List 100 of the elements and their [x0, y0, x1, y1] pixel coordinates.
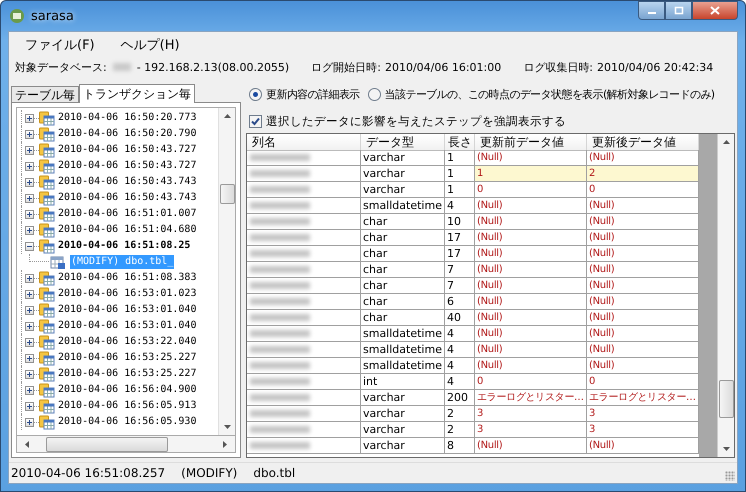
- tree-item[interactable]: 2010-04-06 16:53:01.040: [57, 303, 198, 317]
- folder-table-icon: [39, 318, 55, 334]
- tree-item[interactable]: 2010-04-06 16:50:43.743: [57, 191, 198, 205]
- expand-icon[interactable]: [25, 162, 34, 170]
- expand-icon[interactable]: [25, 226, 34, 234]
- expand-icon[interactable]: [25, 210, 34, 218]
- expand-icon[interactable]: [25, 130, 34, 138]
- tree-item[interactable]: 2010-04-06 16:53:01.040: [57, 319, 198, 333]
- down-arrow-icon[interactable]: [224, 425, 230, 429]
- folder-table-icon: [39, 398, 55, 414]
- expand-icon[interactable]: [25, 114, 34, 122]
- table-cell: varchar: [361, 438, 445, 454]
- column-header[interactable]: 更新後データ値: [587, 134, 699, 151]
- table-cell: 17: [445, 230, 475, 246]
- tree-item[interactable]: 2010-04-06 16:51:08.25: [57, 239, 192, 253]
- app-icon: [9, 8, 25, 24]
- tree-item[interactable]: 2010-04-06 16:50:20.773: [57, 111, 198, 125]
- tree-item[interactable]: 2010-04-06 16:53:01.023: [57, 287, 198, 301]
- menu-item[interactable]: ヘルプ(H): [118, 36, 182, 54]
- table-cell: 1: [475, 166, 587, 182]
- radio-label: 当該テーブルの、この時点のデータ状態を表示(解析対象レコードのみ): [384, 86, 714, 102]
- column-header[interactable]: 長さ: [445, 134, 475, 151]
- tree-item[interactable]: 2010-04-06 16:50:20.790: [57, 127, 198, 141]
- table-cell: (Null): [475, 246, 587, 262]
- expand-icon[interactable]: [25, 418, 34, 426]
- tree-item[interactable]: 2010-04-06 16:53:25.227: [57, 351, 198, 365]
- checkbox-label: 選択したデータに影響を与えたステップを強調表示する: [266, 114, 566, 128]
- tree-item[interactable]: 2010-04-06 16:56:04.900: [57, 383, 198, 397]
- vertical-scrollbar[interactable]: [717, 134, 734, 457]
- up-arrow-icon[interactable]: [224, 114, 230, 118]
- close-button[interactable]: [692, 1, 738, 20]
- vertical-scrollbar[interactable]: [218, 108, 235, 435]
- tree-item[interactable]: 2010-04-06 16:56:05.913: [57, 399, 198, 413]
- blurred-text: [250, 266, 310, 273]
- window-title: sarasa: [31, 8, 74, 24]
- radio-button[interactable]: [249, 88, 262, 100]
- table-cell: (Null): [475, 214, 587, 230]
- scroll-thumb[interactable]: [718, 380, 734, 418]
- checkbox[interactable]: [249, 114, 262, 128]
- minimize-button[interactable]: [638, 1, 665, 20]
- expand-icon[interactable]: [25, 274, 34, 282]
- blurred-text: [250, 426, 310, 433]
- tab[interactable]: トランザクション毎: [79, 84, 195, 103]
- table-cell: 4: [445, 198, 475, 214]
- tree-item[interactable]: 2010-04-06 16:51:08.383: [57, 271, 198, 285]
- expand-icon[interactable]: [25, 146, 34, 154]
- horizontal-scrollbar[interactable]: [16, 435, 236, 453]
- right-arrow-icon[interactable]: [223, 440, 227, 448]
- expand-icon[interactable]: [25, 306, 34, 314]
- expand-icon[interactable]: [25, 178, 34, 186]
- scroll-thumb[interactable]: [46, 436, 168, 452]
- up-arrow-icon[interactable]: [722, 140, 730, 144]
- table-cell: char: [361, 310, 445, 326]
- blurred-text: [250, 234, 310, 241]
- down-arrow-icon[interactable]: [722, 447, 730, 451]
- table-cell: 200: [445, 390, 475, 406]
- table-cell: varchar: [361, 406, 445, 422]
- expand-icon[interactable]: [25, 402, 34, 410]
- log-start-label: ログ開始日時:: [311, 60, 381, 74]
- folder-table-icon: [39, 190, 55, 206]
- expand-icon[interactable]: [25, 338, 34, 346]
- tree-item[interactable]: 2010-04-06 16:53:22.040: [57, 335, 198, 349]
- collapse-icon[interactable]: [25, 242, 34, 250]
- expand-icon[interactable]: [25, 194, 34, 202]
- table-cell: 1: [445, 150, 475, 166]
- table-edit-icon: [50, 254, 66, 270]
- folder-table-icon: [39, 270, 55, 286]
- expand-icon[interactable]: [25, 354, 34, 362]
- tree-item[interactable]: 2010-04-06 16:51:04.680: [57, 223, 198, 237]
- tree-item[interactable]: 2010-04-06 16:51:01.007: [57, 207, 198, 221]
- tree-item[interactable]: 2010-04-06 16:50:43.727: [57, 159, 198, 173]
- expand-icon[interactable]: [25, 290, 34, 298]
- tree-item[interactable]: 2010-04-06 16:50:43.727: [57, 143, 198, 157]
- blurred-text: [250, 394, 310, 401]
- resize-grip-icon[interactable]: [725, 471, 735, 481]
- table-cell: (Null): [475, 342, 587, 358]
- radio-button[interactable]: [368, 88, 381, 100]
- column-header[interactable]: 更新前データ値: [475, 134, 587, 151]
- tree-item[interactable]: 2010-04-06 16:56:05.930: [57, 415, 198, 429]
- blurred-text: [250, 250, 310, 257]
- folder-table-icon: [39, 286, 55, 302]
- menu-item[interactable]: ファイル(F): [23, 36, 97, 54]
- table-cell: (Null): [475, 310, 587, 326]
- column-header[interactable]: データ型: [361, 134, 445, 151]
- expand-icon[interactable]: [25, 322, 34, 330]
- table-cell: 4: [445, 326, 475, 342]
- tab[interactable]: テーブル毎: [11, 86, 79, 102]
- tree-item[interactable]: 2010-04-06 16:50:43.743: [57, 175, 198, 189]
- column-header[interactable]: 列名: [247, 134, 361, 151]
- table-cell: smalldatetime: [361, 358, 445, 374]
- maximize-button[interactable]: [665, 1, 692, 20]
- tree-item[interactable]: 2010-04-06 16:53:25.227: [57, 367, 198, 381]
- blurred-text: [250, 170, 310, 177]
- expand-icon[interactable]: [25, 370, 34, 378]
- table-cell: 3: [475, 406, 587, 422]
- expand-icon[interactable]: [25, 386, 34, 394]
- scroll-thumb[interactable]: [220, 184, 234, 204]
- table-cell: 3: [475, 422, 587, 438]
- left-arrow-icon[interactable]: [25, 440, 29, 448]
- blurred-text: [250, 218, 310, 225]
